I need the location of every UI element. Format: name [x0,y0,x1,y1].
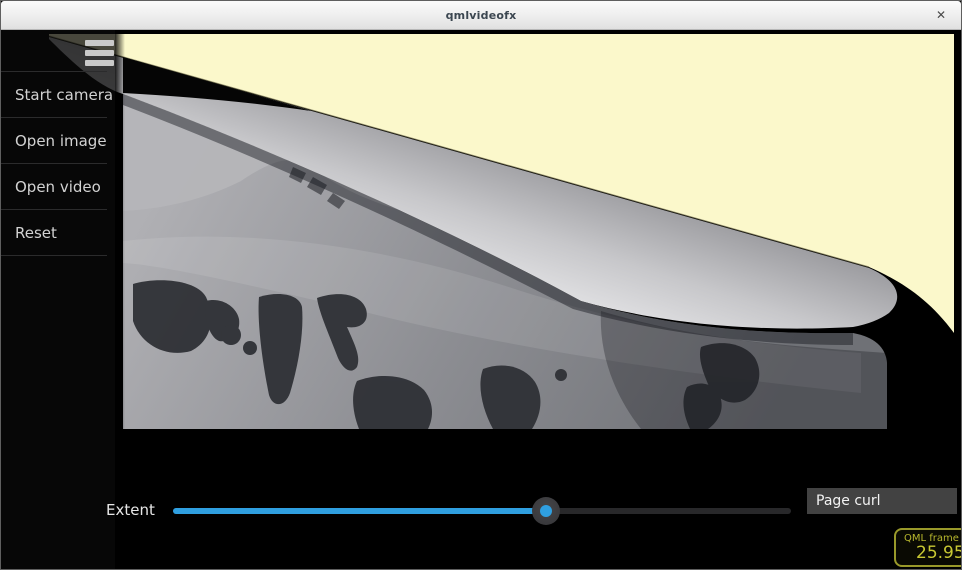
slider-handle-dot [540,505,552,517]
window-title: qmlvideofx [446,9,517,22]
extent-slider-label: Extent [106,501,155,519]
slider-fill [173,508,546,514]
sidebar-item-reset[interactable]: Reset [1,210,107,256]
frame-rate-box: QML frame r... 25.95 [894,528,962,567]
sidebar-edge-shadow [115,30,125,570]
window-titlebar: qmlvideofx ✕ [1,1,961,30]
sidebar-menu: Start camera Open image Open video Reset [1,71,107,256]
effect-selector-button[interactable]: Page curl [807,488,957,514]
app-window: qmlvideofx ✕ Start camera Open image Ope… [0,0,962,570]
sidebar-item-start-camera[interactable]: Start camera [1,72,107,118]
sidebar-item-open-video[interactable]: Open video [1,164,107,210]
close-icon[interactable]: ✕ [931,5,951,25]
page-curl-canvas [1,1,962,570]
extent-slider[interactable] [173,495,791,527]
slider-handle[interactable] [532,497,560,525]
sidebar-panel: Start camera Open image Open video Reset [1,30,115,570]
sidebar-item-open-image[interactable]: Open image [1,118,107,164]
frame-rate-value: 25.95 [904,544,962,562]
hamburger-menu-icon[interactable] [85,40,115,68]
